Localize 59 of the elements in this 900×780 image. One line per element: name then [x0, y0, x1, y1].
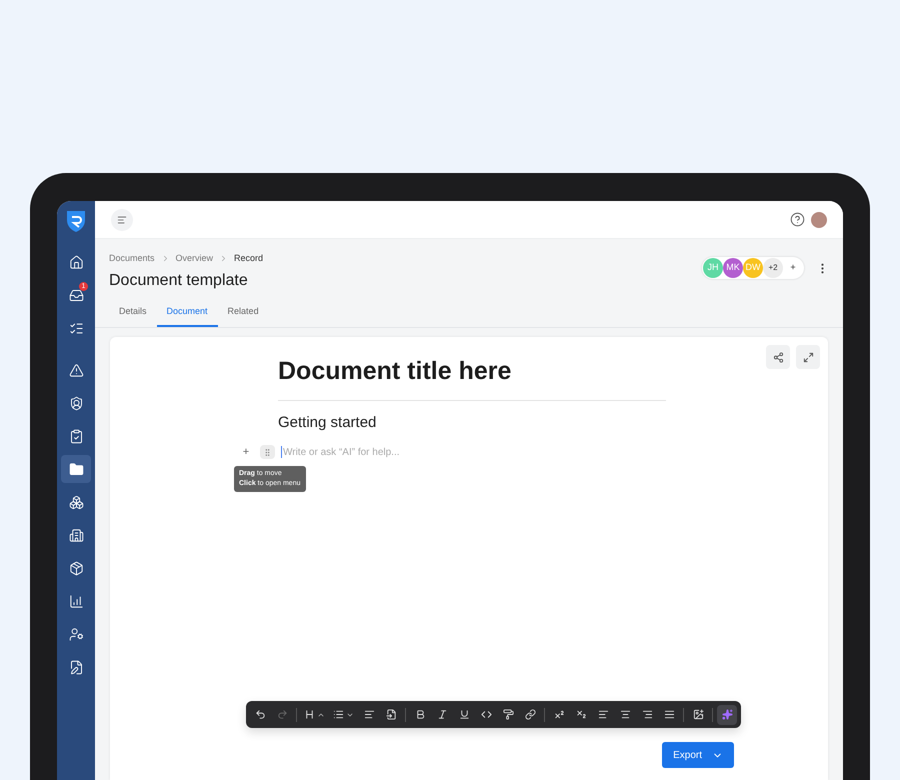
underline-icon — [458, 709, 470, 720]
superscript-icon — [554, 709, 564, 720]
tab[interactable]: Details — [109, 304, 157, 327]
add-block-button[interactable]: + — [240, 444, 252, 460]
package-icon — [68, 560, 84, 576]
document-heading: Getting started — [278, 412, 378, 432]
undo-icon — [254, 709, 266, 720]
document-title: Document title here — [278, 353, 666, 400]
sparkle-icon — [722, 709, 732, 720]
justify-icon — [664, 709, 674, 720]
italic-icon — [436, 709, 448, 720]
align-center-icon — [620, 709, 630, 720]
shield-logo-icon[interactable] — [65, 209, 87, 233]
text-block-icon — [364, 709, 374, 720]
avatar-placeholder[interactable] — [811, 212, 827, 228]
align-right-icon — [642, 709, 652, 720]
editor-input[interactable]: Write or ask “AI” for help... — [283, 444, 483, 460]
share-icon — [772, 352, 784, 362]
paint-roller-icon — [502, 709, 514, 720]
export-button[interactable]: Export — [662, 742, 734, 768]
link-icon — [524, 709, 536, 720]
help-icon[interactable] — [790, 212, 805, 227]
subscript-icon — [576, 709, 586, 720]
grip-icon — [263, 448, 272, 457]
warning-icon — [68, 362, 84, 378]
building-icon — [68, 528, 84, 542]
menu-icon — [117, 214, 127, 224]
redo-icon — [276, 709, 288, 720]
breadcrumb-link[interactable]: Overview — [176, 252, 214, 266]
home-icon — [68, 254, 84, 270]
heading-icon — [304, 709, 315, 720]
bar-chart-icon — [68, 594, 84, 608]
tab[interactable]: Related — [218, 304, 269, 327]
fullscreen-button[interactable] — [796, 345, 820, 369]
menu-button[interactable] — [111, 208, 133, 230]
boxes-icon — [68, 494, 84, 510]
file-input-icon — [386, 709, 396, 720]
breadcrumb-link[interactable]: Record — [234, 252, 264, 266]
sidebar-item[interactable] — [61, 455, 91, 483]
bold-icon — [414, 709, 426, 720]
inbox-icon — [68, 288, 84, 302]
list-icon — [333, 709, 344, 720]
document-edit-icon — [68, 660, 84, 674]
checklist-icon — [68, 320, 84, 336]
shield-user-icon — [68, 396, 84, 410]
breadcrumb-link[interactable]: Documents — [109, 252, 155, 266]
code-icon — [480, 709, 492, 720]
collaborator-avatar[interactable]: MK — [723, 258, 743, 278]
drag-handle[interactable] — [260, 445, 275, 460]
more-collaborators[interactable]: +2 — [763, 258, 783, 278]
image-add-icon — [692, 709, 704, 720]
tab[interactable]: Document — [156, 304, 218, 327]
folder-icon — [68, 462, 84, 476]
align-left-icon — [598, 709, 608, 720]
page-title: Document template — [109, 270, 249, 290]
expand-icon — [802, 352, 814, 362]
clipboard-check-icon — [68, 428, 84, 444]
user-settings-icon — [68, 626, 84, 642]
share-button[interactable] — [766, 345, 790, 369]
